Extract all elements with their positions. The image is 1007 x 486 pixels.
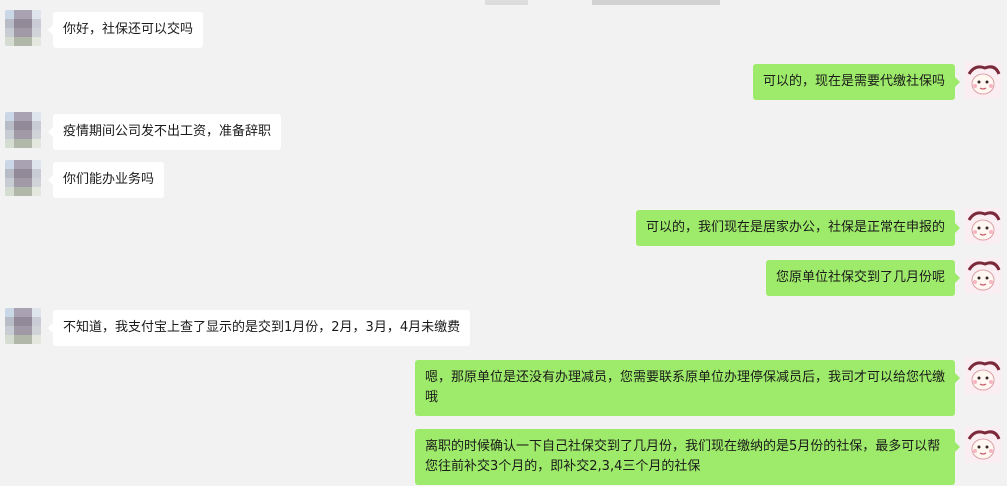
- message-bubble[interactable]: 疫情期间公司发不出工资，准备辞职: [47, 114, 282, 150]
- message-outgoing: 离职的时候确认一下自己社保交到了几月份，我们现在缴纳的是5月份的社保，最多可以帮…: [415, 427, 1001, 485]
- top-tab-right[interactable]: [592, 0, 720, 5]
- message-bubble[interactable]: 可以的，我们现在是居家办公，社保是正常在申报的: [635, 210, 961, 246]
- message-bubble[interactable]: 你好，社保还可以交吗: [47, 12, 204, 48]
- message-outgoing: 嗯，那原单位是还没有办理减员，您需要联系原单位办理停保减员后，我司才可以给您代缴…: [415, 358, 1001, 416]
- message-bubble[interactable]: 可以的，现在是需要代缴社保吗: [752, 64, 961, 100]
- contact-avatar[interactable]: [5, 112, 41, 148]
- message-bubble[interactable]: 不知道，我支付宝上查了显示的是交到1月份，2月，3月，4月未缴费: [47, 310, 471, 346]
- message-bubble[interactable]: 您原单位社保交到了几月份呢: [765, 260, 961, 296]
- message-outgoing: 您原单位社保交到了几月份呢: [765, 258, 1001, 296]
- user-avatar[interactable]: [965, 208, 1001, 244]
- message-outgoing: 可以的，现在是需要代缴社保吗: [752, 62, 1001, 100]
- message-outgoing: 可以的，我们现在是居家办公，社保是正常在申报的: [635, 208, 1001, 246]
- contact-avatar[interactable]: [5, 308, 41, 344]
- message-bubble[interactable]: 离职的时候确认一下自己社保交到了几月份，我们现在缴纳的是5月份的社保，最多可以帮…: [415, 429, 960, 485]
- user-avatar[interactable]: [965, 62, 1001, 98]
- contact-avatar[interactable]: [5, 160, 41, 196]
- message-bubble[interactable]: 你们能办业务吗: [47, 162, 165, 198]
- user-avatar[interactable]: [965, 358, 1001, 394]
- message-incoming: 疫情期间公司发不出工资，准备辞职: [5, 112, 282, 150]
- top-tab-left[interactable]: [485, 0, 528, 5]
- user-avatar[interactable]: [965, 258, 1001, 294]
- chat-window: 你好，社保还可以交吗 可以的，现在是需要代缴社保吗 疫情期间公司发不出工资，准备…: [0, 0, 1007, 486]
- message-incoming: 你们能办业务吗: [5, 160, 165, 198]
- contact-avatar[interactable]: [5, 10, 41, 46]
- message-incoming: 你好，社保还可以交吗: [5, 10, 204, 48]
- user-avatar[interactable]: [965, 427, 1001, 463]
- message-incoming: 不知道，我支付宝上查了显示的是交到1月份，2月，3月，4月未缴费: [5, 308, 471, 346]
- message-bubble[interactable]: 嗯，那原单位是还没有办理减员，您需要联系原单位办理停保减员后，我司才可以给您代缴…: [415, 360, 960, 416]
